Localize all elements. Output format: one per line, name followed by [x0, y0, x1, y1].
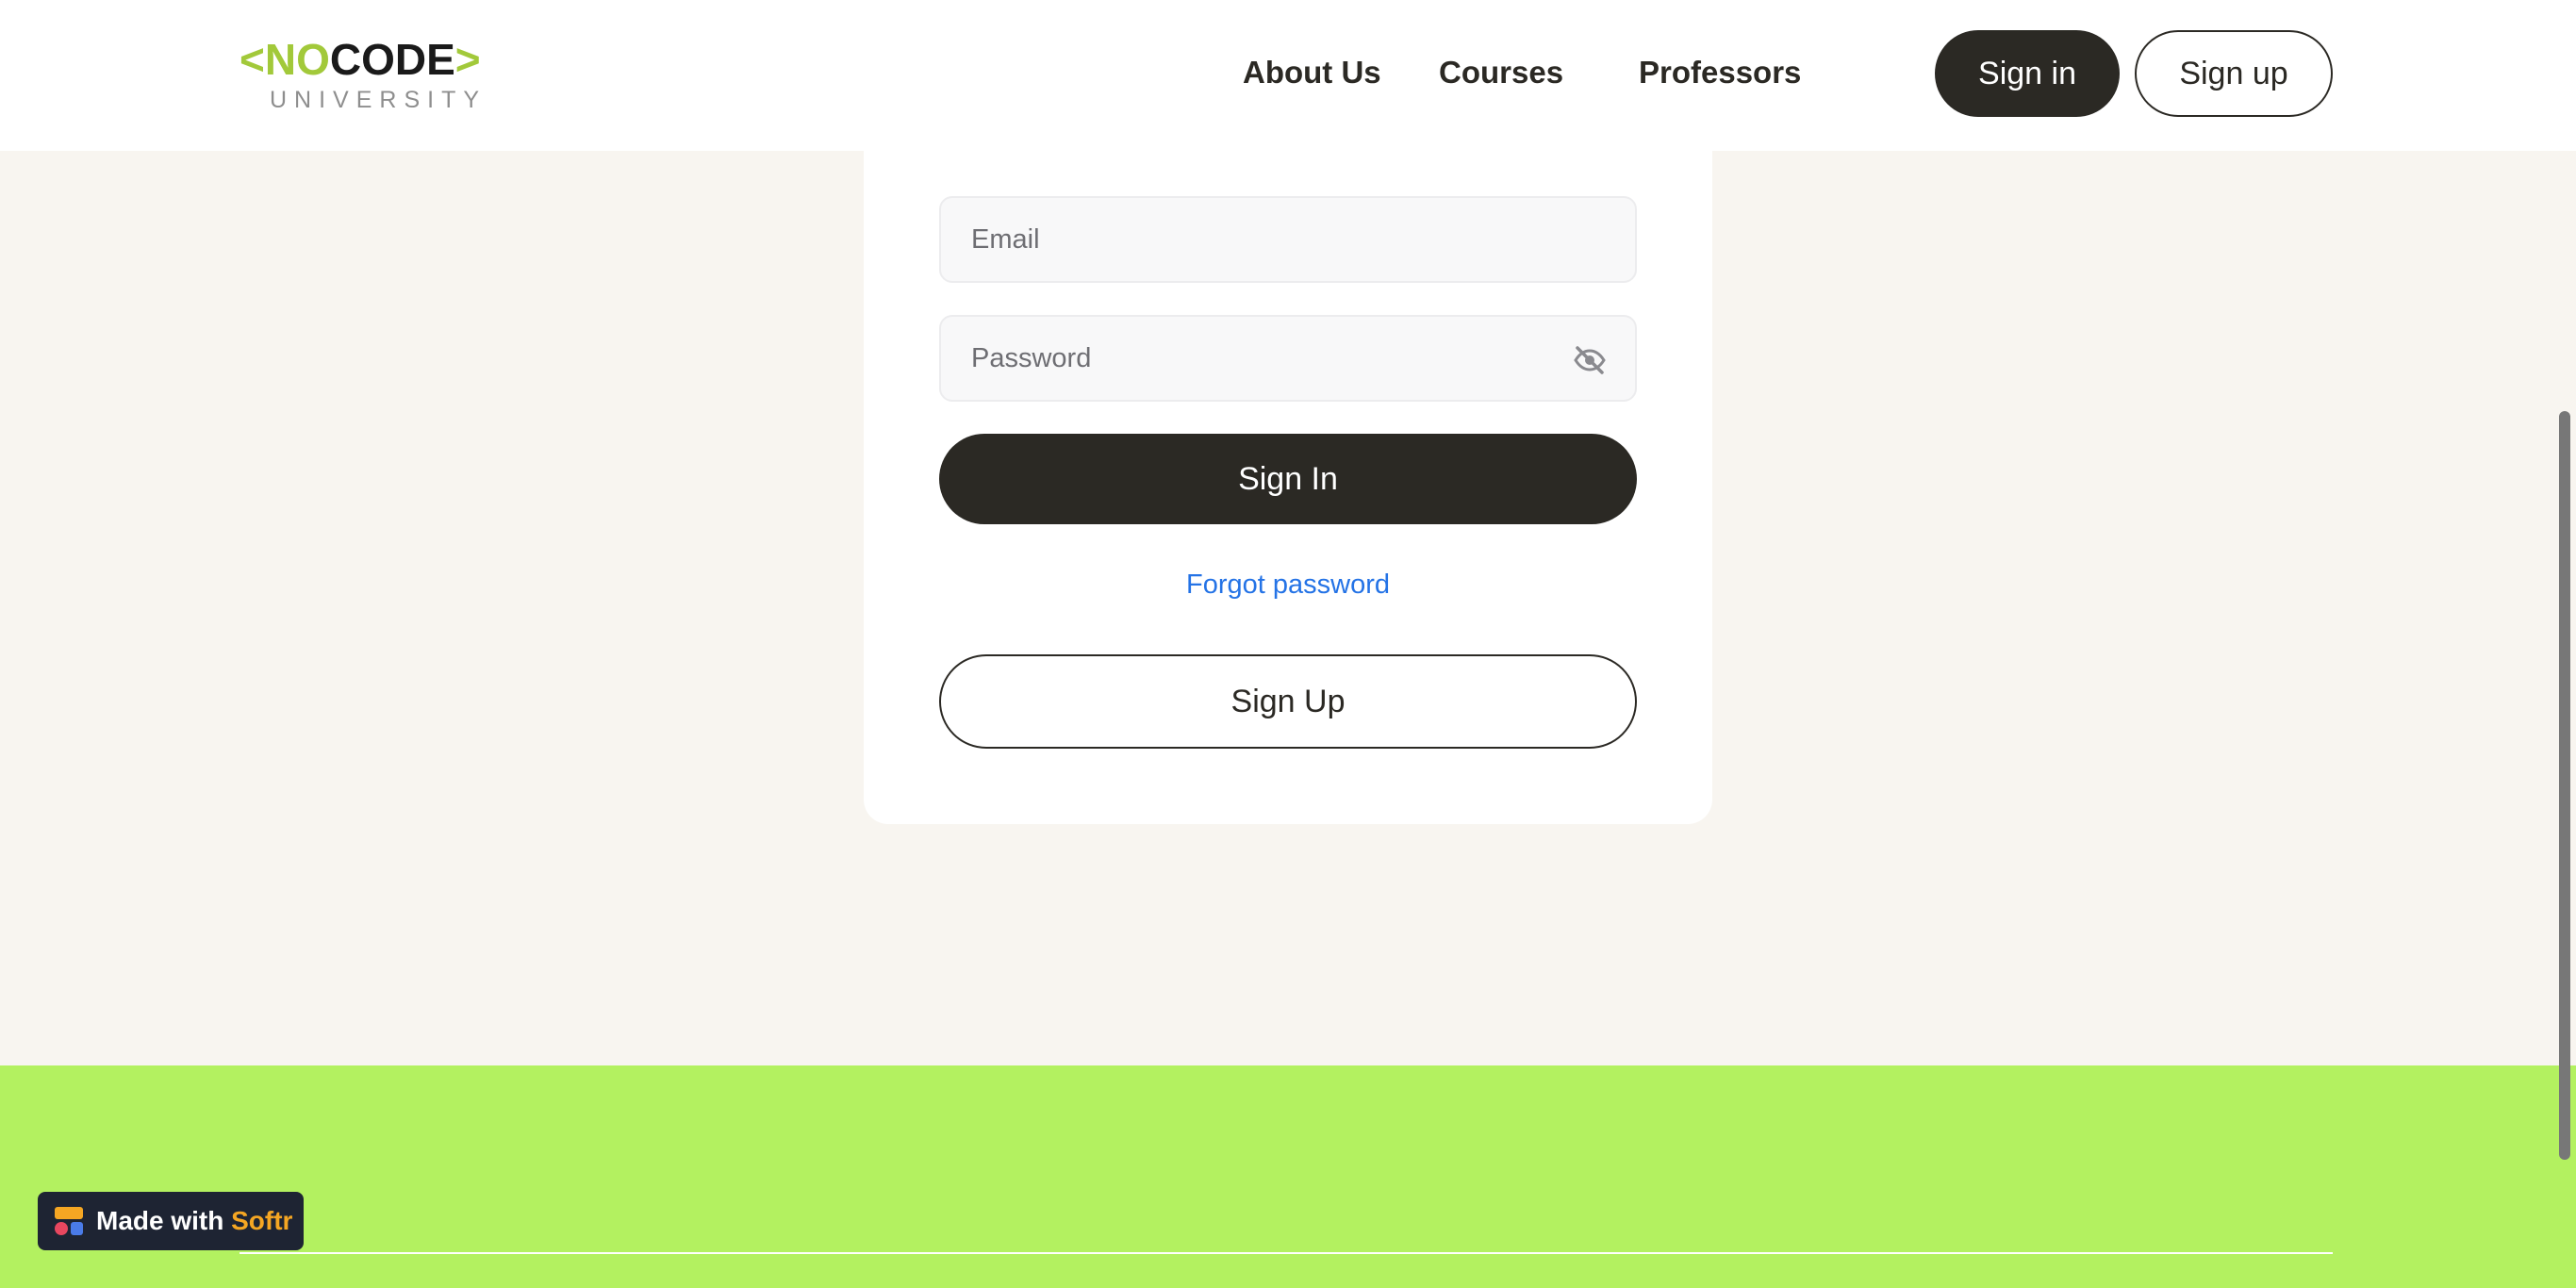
- nav-about-us[interactable]: About Us: [1243, 55, 1381, 91]
- made-with-softr-badge[interactable]: Made with Softr: [38, 1192, 304, 1250]
- email-field[interactable]: [939, 196, 1637, 283]
- logo-word-accent: NO: [264, 35, 330, 84]
- logo-bracket-close: >: [454, 35, 481, 84]
- logo-bracket-open: <: [239, 35, 265, 84]
- badge-prefix: Made with: [96, 1206, 232, 1235]
- eye-off-icon[interactable]: [1573, 345, 1607, 375]
- header-sign-in-button[interactable]: Sign in: [1935, 30, 2120, 117]
- sign-up-button[interactable]: Sign Up: [939, 654, 1637, 749]
- footer-divider: [239, 1252, 2333, 1254]
- email-input[interactable]: [941, 198, 1635, 281]
- nav-professors[interactable]: Professors: [1639, 55, 1801, 91]
- header-sign-up-button[interactable]: Sign up: [2135, 30, 2333, 117]
- password-input[interactable]: [941, 317, 1635, 400]
- logo-subtitle: UNIVERSITY: [270, 87, 487, 113]
- nav-courses[interactable]: Courses: [1439, 55, 1563, 91]
- logo-word-dark: CODE: [329, 35, 455, 84]
- footer: [0, 1065, 2576, 1288]
- site-header: <NOCODE> UNIVERSITY About Us Courses Pro…: [0, 0, 2576, 151]
- forgot-password-link[interactable]: Forgot password: [939, 570, 1637, 601]
- scrollbar-thumb[interactable]: [2559, 411, 2570, 1160]
- password-field[interactable]: [939, 315, 1637, 402]
- badge-brand: Softr: [231, 1206, 293, 1235]
- logo-wordmark: <NOCODE>: [239, 32, 481, 87]
- sign-in-button[interactable]: Sign In: [939, 434, 1637, 524]
- softr-logo-icon: [55, 1207, 83, 1235]
- nocode-university-logo[interactable]: <NOCODE> UNIVERSITY: [239, 32, 485, 117]
- badge-text: Made with Softr: [96, 1206, 292, 1236]
